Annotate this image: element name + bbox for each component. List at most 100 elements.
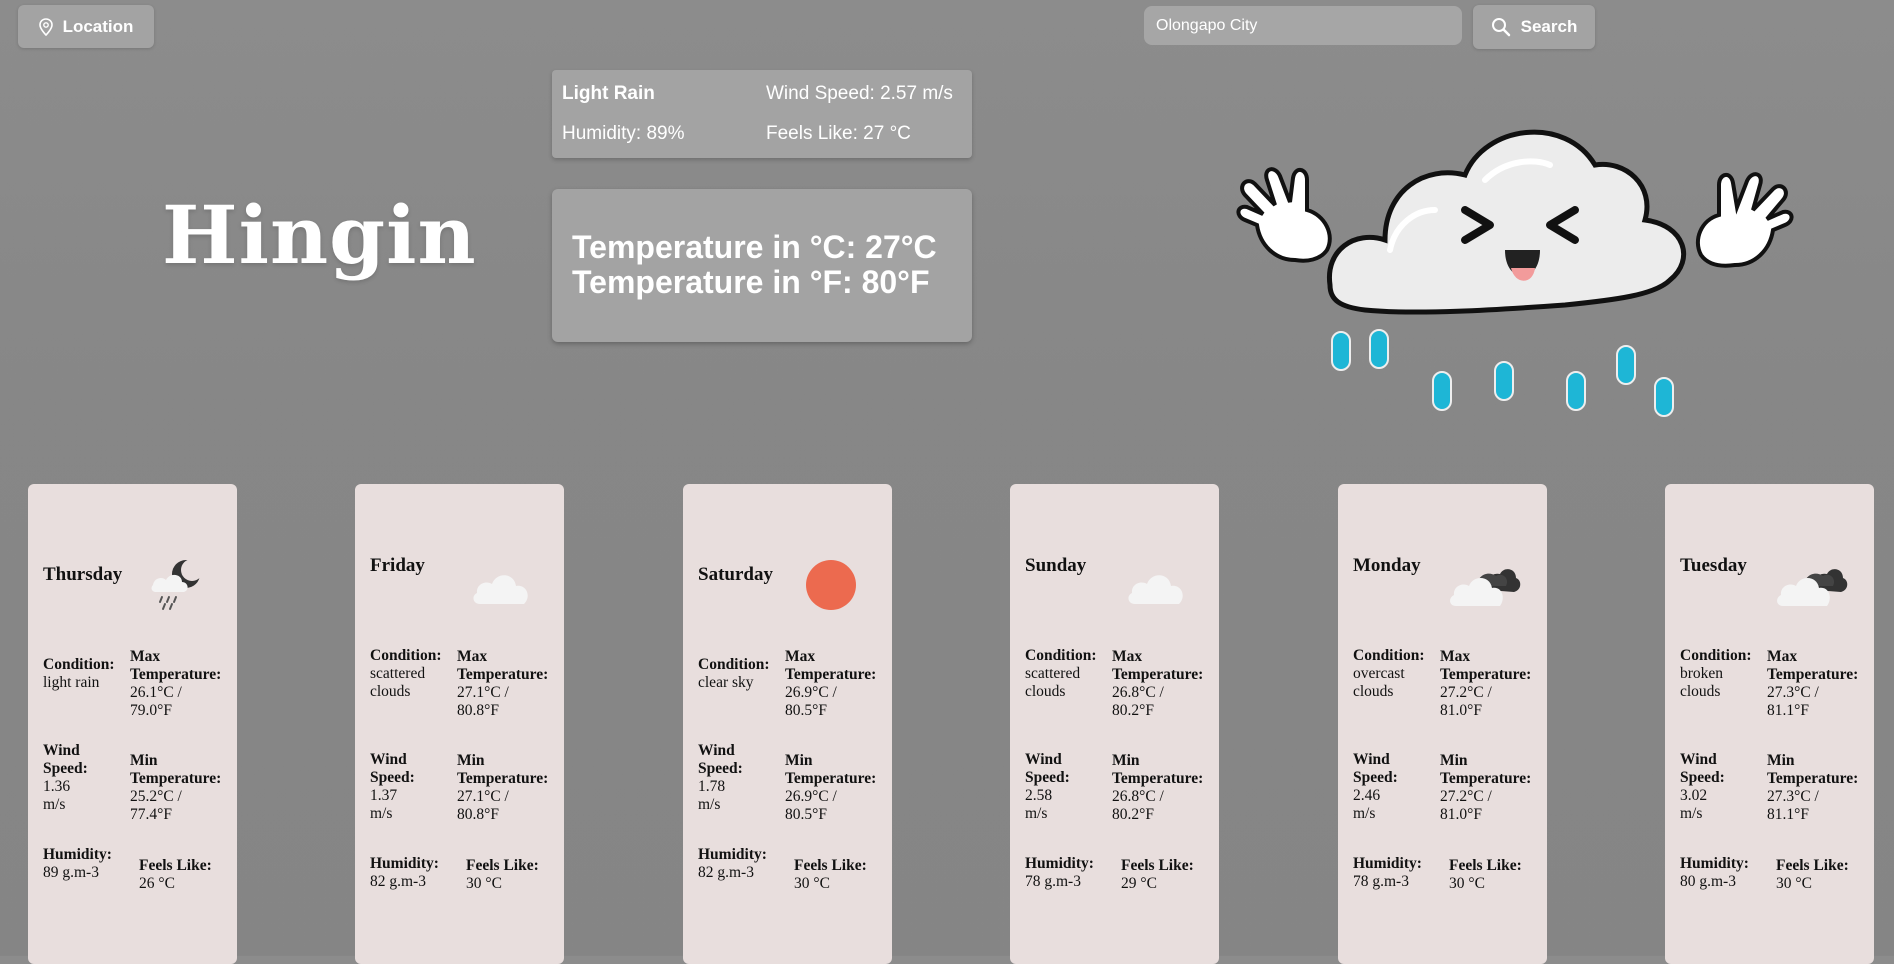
- forecast-feels-like-label: Feels Like:: [1121, 857, 1194, 874]
- forecast-condition-value: clouds: [370, 683, 411, 700]
- forecast-condition-label: Condition:: [43, 656, 115, 673]
- broken-clouds-icon: [1775, 560, 1849, 615]
- forecast-humidity: Humidity: 78 g.m-3: [1025, 855, 1094, 891]
- forecast-min-temperature-value: 26.8°C /: [1112, 788, 1164, 805]
- forecast-max-temperature-label: Temperature:: [785, 666, 877, 683]
- rain-cloud-mascot-icon: [1215, 110, 1815, 435]
- forecast-wind-speed-label: Wind: [370, 751, 407, 768]
- forecast-min-temperature-label: Min: [1112, 752, 1140, 769]
- forecast-min-temperature: Min Temperature: 27.3°C /81.1°F: [1767, 752, 1858, 824]
- forecast-day: Thursday: [43, 564, 123, 585]
- map-pin-icon: [38, 17, 53, 36]
- forecast-condition: Condition: broken clouds: [1680, 647, 1752, 701]
- forecast-min-temperature: Min Temperature: 26.9°C /80.5°F: [785, 752, 876, 824]
- rain-night-icon: [146, 554, 206, 619]
- forecast-min-temperature-value: 27.3°C /: [1767, 788, 1819, 805]
- temperature-celsius: Temperature in °C: 27°C: [572, 229, 937, 265]
- search-icon: [1491, 18, 1510, 37]
- forecast-condition-value: scattered: [1025, 665, 1081, 682]
- forecast-max-temperature: Max Temperature: 27.1°C /80.8°F: [457, 648, 548, 720]
- forecast-feels-like-label: Feels Like:: [139, 857, 212, 874]
- forecast-max-temperature-value: 26.9°C /: [785, 684, 837, 701]
- forecast-condition: Condition: clear sky: [698, 656, 770, 692]
- forecast-min-temperature-value: 80.8°F: [457, 806, 499, 823]
- forecast-max-temperature-label: Max: [457, 648, 488, 665]
- forecast-wind-speed-value: 1.78: [698, 778, 726, 795]
- forecast-day: Monday: [1353, 555, 1421, 576]
- forecast-wind-speed-label: Wind: [1680, 751, 1717, 768]
- forecast-feels-like: Feels Like: 26 °C: [139, 857, 212, 893]
- location-button-label: Location: [62, 16, 134, 36]
- forecast-max-temperature-label: Temperature:: [457, 666, 549, 683]
- search-button-label: Search: [1520, 17, 1578, 36]
- forecast-condition-value: overcast: [1353, 665, 1405, 682]
- forecast-wind-speed-label: Speed:: [1353, 769, 1398, 786]
- forecast-max-temperature-label: Temperature:: [1440, 666, 1532, 683]
- forecast-max-temperature: Max Temperature: 27.3°C /81.1°F: [1767, 648, 1858, 720]
- search-button[interactable]: Search: [1473, 5, 1595, 49]
- forecast-wind-speed-label: Wind: [1025, 751, 1062, 768]
- forecast-humidity-value: 82 g.m-3: [698, 864, 754, 881]
- forecast-wind-speed-label: Speed:: [43, 760, 88, 777]
- forecast-min-temperature-value: 25.2°C /: [130, 788, 182, 805]
- forecast-max-temperature-label: Temperature:: [1112, 666, 1204, 683]
- forecast-min-temperature-value: 80.5°F: [785, 806, 827, 823]
- forecast-max-temperature-value: 26.8°C /: [1112, 684, 1164, 701]
- forecast-min-temperature-label: Min: [1440, 752, 1468, 769]
- forecast-condition-value: clouds: [1680, 683, 1721, 700]
- location-button[interactable]: Location: [18, 5, 154, 48]
- forecast-feels-like-label: Feels Like:: [1449, 857, 1522, 874]
- current-conditions-panel: Light Rain Wind Speed: 2.57 m/s Humidity…: [552, 70, 972, 158]
- forecast-humidity-value: 80 g.m-3: [1680, 873, 1736, 890]
- forecast-min-temperature-label: Min: [1767, 752, 1795, 769]
- forecast-humidity-value: 78 g.m-3: [1353, 873, 1409, 890]
- forecast-wind-speed: Wind Speed: 1.78 m/s: [698, 742, 743, 814]
- forecast-humidity: Humidity: 78 g.m-3: [1353, 855, 1422, 891]
- forecast-day: Saturday: [698, 564, 773, 585]
- forecast-humidity: Humidity: 82 g.m-3: [370, 855, 439, 891]
- forecast-card-monday: Monday Condition: overcast clouds Max Tempera…: [1338, 484, 1547, 964]
- forecast-feels-like: Feels Like: 30 °C: [1776, 857, 1849, 893]
- condition-text: Light Rain: [562, 83, 655, 104]
- forecast-max-temperature-value: 27.1°C /: [457, 684, 509, 701]
- forecast-feels-like-value: 30 °C: [1776, 875, 1812, 892]
- temperature-fahrenheit: Temperature in °F: 80°F: [572, 264, 930, 300]
- forecast-max-temperature-value: 27.3°C /: [1767, 684, 1819, 701]
- forecast-min-temperature-value: 81.1°F: [1767, 806, 1809, 823]
- forecast-wind-speed-label: Wind: [698, 742, 735, 759]
- forecast-condition-value: scattered: [370, 665, 426, 682]
- forecast-min-temperature-value: 26.9°C /: [785, 788, 837, 805]
- forecast-humidity-label: Humidity:: [1353, 855, 1422, 872]
- search-input[interactable]: [1144, 6, 1462, 45]
- forecast-humidity: Humidity: 89 g.m-3: [43, 846, 112, 882]
- forecast-card-friday: Friday Condition: scattered clouds Max Temper…: [355, 484, 564, 964]
- forecast-min-temperature-label: Temperature:: [1767, 770, 1859, 787]
- forecast-condition-value: light rain: [43, 674, 100, 691]
- forecast-condition: Condition: light rain: [43, 656, 115, 692]
- forecast-humidity-label: Humidity:: [698, 846, 767, 863]
- forecast-feels-like: Feels Like: 29 °C: [1121, 857, 1194, 893]
- sun-icon: [805, 559, 857, 616]
- forecast-min-temperature-value: 80.2°F: [1112, 806, 1154, 823]
- forecast-condition-value: clouds: [1025, 683, 1066, 700]
- forecast-max-temperature-label: Max: [130, 648, 161, 665]
- forecast-wind-speed: Wind Speed: 3.02 m/s: [1680, 751, 1725, 823]
- forecast-wind-speed-label: Speed:: [1680, 769, 1725, 786]
- forecast-humidity: Humidity: 80 g.m-3: [1680, 855, 1749, 891]
- forecast-max-temperature-value: 81.1°F: [1767, 702, 1809, 719]
- forecast-feels-like: Feels Like: 30 °C: [794, 857, 867, 893]
- forecast-condition-value: clear sky: [698, 674, 754, 691]
- forecast-max-temperature-label: Temperature:: [130, 666, 222, 683]
- forecast-max-temperature-label: Max: [1440, 648, 1471, 665]
- forecast-condition: Condition: scattered clouds: [370, 647, 442, 701]
- forecast-condition: Condition: overcast clouds: [1353, 647, 1425, 701]
- forecast-wind-speed: Wind Speed: 1.36 m/s: [43, 742, 88, 814]
- feels-like-text: Feels Like: 27 °C: [766, 123, 911, 144]
- forecast-feels-like-label: Feels Like:: [794, 857, 867, 874]
- temperature-panel: Temperature in °C: 27°C Temperature in °…: [552, 189, 972, 342]
- forecast-feels-like-value: 30 °C: [1449, 875, 1485, 892]
- forecast-feels-like-value: 29 °C: [1121, 875, 1157, 892]
- forecast-condition-label: Condition:: [1680, 647, 1752, 664]
- wind-speed-text: Wind Speed: 2.57 m/s: [766, 83, 953, 104]
- forecast-max-temperature-label: Max: [1112, 648, 1143, 665]
